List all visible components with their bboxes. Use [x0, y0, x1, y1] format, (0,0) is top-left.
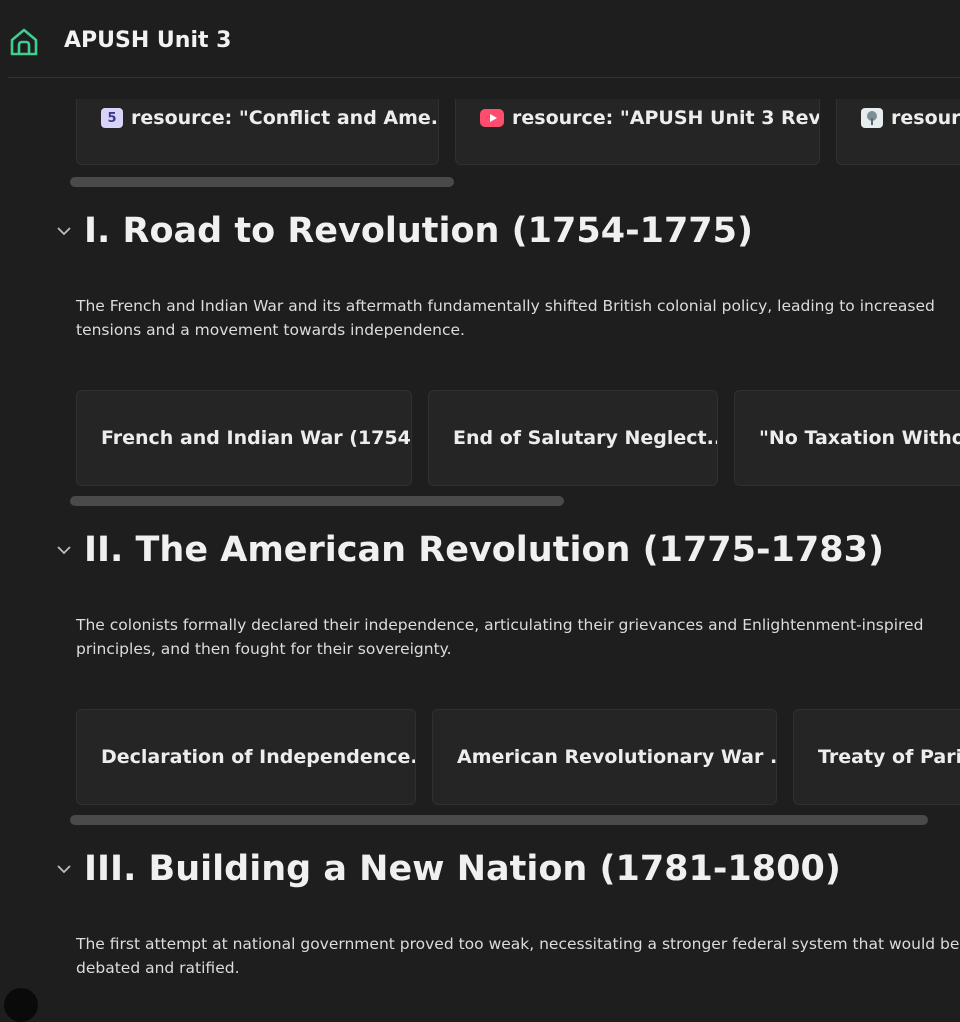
topic-card[interactable]: American Revolutionary War ... [432, 709, 777, 805]
main-content[interactable]: 5 resource: "Conflict and Ame... resourc… [0, 79, 960, 998]
section-header[interactable]: III. Building a New Nation (1781-1800) [54, 849, 841, 889]
resource-card[interactable]: 5 resource: "Conflict and Ame... [76, 99, 439, 165]
topic-scrollbar[interactable] [70, 496, 564, 506]
section-description: The first attempt at national government… [76, 935, 960, 977]
image-icon [861, 108, 883, 128]
section-title: II. The American Revolution (1775-1783) [84, 530, 884, 570]
topic-row[interactable]: French and Indian War (1754... End of Sa… [76, 390, 960, 486]
chevron-down-icon[interactable] [54, 540, 74, 560]
topic-label: End of Salutary Neglect... [453, 427, 718, 449]
chevron-down-icon[interactable] [54, 859, 74, 879]
topic-card[interactable]: End of Salutary Neglect... [428, 390, 718, 486]
topic-scrollbar[interactable] [70, 815, 928, 825]
topic-label: Declaration of Independence... [101, 746, 416, 768]
section-header[interactable]: II. The American Revolution (1775-1783) [54, 530, 884, 570]
topic-card[interactable]: "No Taxation Without [734, 390, 960, 486]
resource-card[interactable]: resource: "APUSH Unit 3 Rev... [455, 99, 820, 165]
page-title: APUSH Unit 3 [64, 28, 232, 53]
section-description: The colonists formally declared their in… [76, 616, 924, 658]
topic-label: French and Indian War (1754... [101, 427, 412, 449]
floating-button[interactable] [4, 988, 38, 1022]
topic-card[interactable]: French and Indian War (1754... [76, 390, 412, 486]
topic-row[interactable]: Declaration of Independence... American … [76, 709, 960, 805]
resource-card[interactable]: resource [836, 99, 960, 165]
topic-card[interactable]: Treaty of Paris [793, 709, 960, 805]
resource-label: resource: "APUSH Unit 3 Rev... [512, 107, 820, 129]
resource-label: resource: "Conflict and Ame... [131, 107, 439, 129]
five-icon: 5 [101, 108, 123, 128]
topic-card[interactable]: Declaration of Independence... [76, 709, 416, 805]
resource-label: resource [891, 107, 960, 129]
section-title: III. Building a New Nation (1781-1800) [84, 849, 841, 889]
top-bar: APUSH Unit 3 [0, 0, 960, 78]
resource-scrollbar[interactable] [70, 177, 454, 187]
chevron-down-icon[interactable] [54, 221, 74, 241]
youtube-icon [480, 109, 504, 127]
header-divider [8, 77, 960, 78]
section-description: The French and Indian War and its afterm… [76, 297, 935, 339]
topic-label: American Revolutionary War ... [457, 746, 777, 768]
resource-row[interactable]: 5 resource: "Conflict and Ame... resourc… [76, 99, 960, 167]
topic-label: "No Taxation Without [759, 427, 960, 449]
home-icon[interactable] [8, 26, 40, 58]
section-header[interactable]: I. Road to Revolution (1754-1775) [54, 211, 753, 251]
topic-label: Treaty of Paris [818, 746, 960, 768]
section-title: I. Road to Revolution (1754-1775) [84, 211, 753, 251]
